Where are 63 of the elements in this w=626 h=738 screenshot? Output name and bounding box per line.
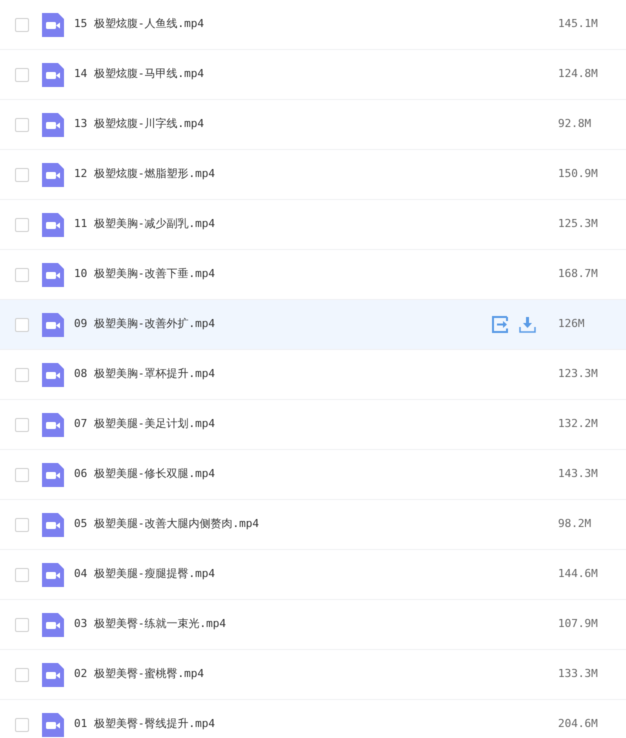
- file-name[interactable]: 12 极塑炫腹-燃脂塑形.mp4: [74, 166, 215, 183]
- file-name[interactable]: 10 极塑美胸-改善下垂.mp4: [74, 266, 215, 283]
- download-icon[interactable]: [519, 316, 536, 333]
- video-file-icon: [42, 12, 64, 36]
- video-file-icon: [42, 562, 64, 586]
- checkbox[interactable]: [15, 118, 29, 132]
- file-size: 144.6M: [558, 566, 599, 582]
- file-size: 126M: [558, 316, 586, 332]
- checkbox[interactable]: [15, 68, 29, 82]
- video-file-icon: [42, 162, 64, 186]
- file-name[interactable]: 11 极塑美胸-减少副乳.mp4: [74, 216, 215, 233]
- file-name[interactable]: 02 极塑美臀-蜜桃臀.mp4: [74, 666, 204, 683]
- file-size: 133.3M: [558, 666, 599, 682]
- file-name[interactable]: 13 极塑炫腹-川字线.mp4: [74, 116, 204, 133]
- file-size: 124.8M: [558, 66, 599, 82]
- file-size: 150.9M: [558, 166, 599, 182]
- checkbox[interactable]: [15, 618, 29, 632]
- checkbox[interactable]: [15, 168, 29, 182]
- video-file-icon: [42, 412, 64, 436]
- checkbox[interactable]: [15, 218, 29, 232]
- file-name[interactable]: 09 极塑美胸-改善外扩.mp4: [74, 316, 215, 333]
- file-row[interactable]: 09 极塑美胸-改善外扩.mp4 126M: [0, 300, 626, 350]
- checkbox[interactable]: [15, 318, 29, 332]
- checkbox[interactable]: [15, 368, 29, 382]
- checkbox[interactable]: [15, 718, 29, 732]
- video-file-icon: [42, 712, 64, 736]
- file-name[interactable]: 14 极塑炫腹-马甲线.mp4: [74, 66, 204, 83]
- video-file-icon: [42, 662, 64, 686]
- file-size: 125.3M: [558, 216, 599, 232]
- checkbox[interactable]: [15, 268, 29, 282]
- move-icon[interactable]: [492, 316, 509, 333]
- video-file-icon: [42, 362, 64, 386]
- file-name[interactable]: 06 极塑美腿-修长双腿.mp4: [74, 466, 215, 483]
- file-name[interactable]: 03 极塑美臀-练就一束光.mp4: [74, 616, 226, 633]
- file-size: 143.3M: [558, 466, 599, 482]
- file-size: 132.2M: [558, 416, 599, 432]
- file-size: 145.1M: [558, 16, 599, 32]
- file-name[interactable]: 15 极塑炫腹-人鱼线.mp4: [74, 16, 204, 33]
- file-name[interactable]: 05 极塑美腿-改善大腿内侧赘肉.mp4: [74, 516, 259, 533]
- video-file-icon: [42, 462, 64, 486]
- checkbox[interactable]: [15, 668, 29, 682]
- file-size: 204.6M: [558, 716, 599, 732]
- video-file-icon: [42, 512, 64, 536]
- video-file-icon: [42, 262, 64, 286]
- file-size: 92.8M: [558, 116, 592, 132]
- checkbox[interactable]: [15, 468, 29, 482]
- video-file-icon: [42, 312, 64, 336]
- file-size: 123.3M: [558, 366, 599, 382]
- file-name[interactable]: 01 极塑美臀-臀线提升.mp4: [74, 716, 215, 733]
- checkbox[interactable]: [15, 18, 29, 32]
- video-file-icon: [42, 612, 64, 636]
- file-name[interactable]: 07 极塑美腿-美足计划.mp4: [74, 416, 215, 433]
- file-size: 168.7M: [558, 266, 599, 282]
- file-name[interactable]: 08 极塑美胸-罩杯提升.mp4: [74, 366, 215, 383]
- video-file-icon: [42, 112, 64, 136]
- checkbox[interactable]: [15, 518, 29, 532]
- checkbox[interactable]: [15, 418, 29, 432]
- file-size: 98.2M: [558, 516, 592, 532]
- file-name[interactable]: 04 极塑美腿-瘦腿提臀.mp4: [74, 566, 215, 583]
- video-file-icon: [42, 212, 64, 236]
- video-file-icon: [42, 62, 64, 86]
- checkbox[interactable]: [15, 568, 29, 582]
- file-size: 107.9M: [558, 616, 599, 632]
